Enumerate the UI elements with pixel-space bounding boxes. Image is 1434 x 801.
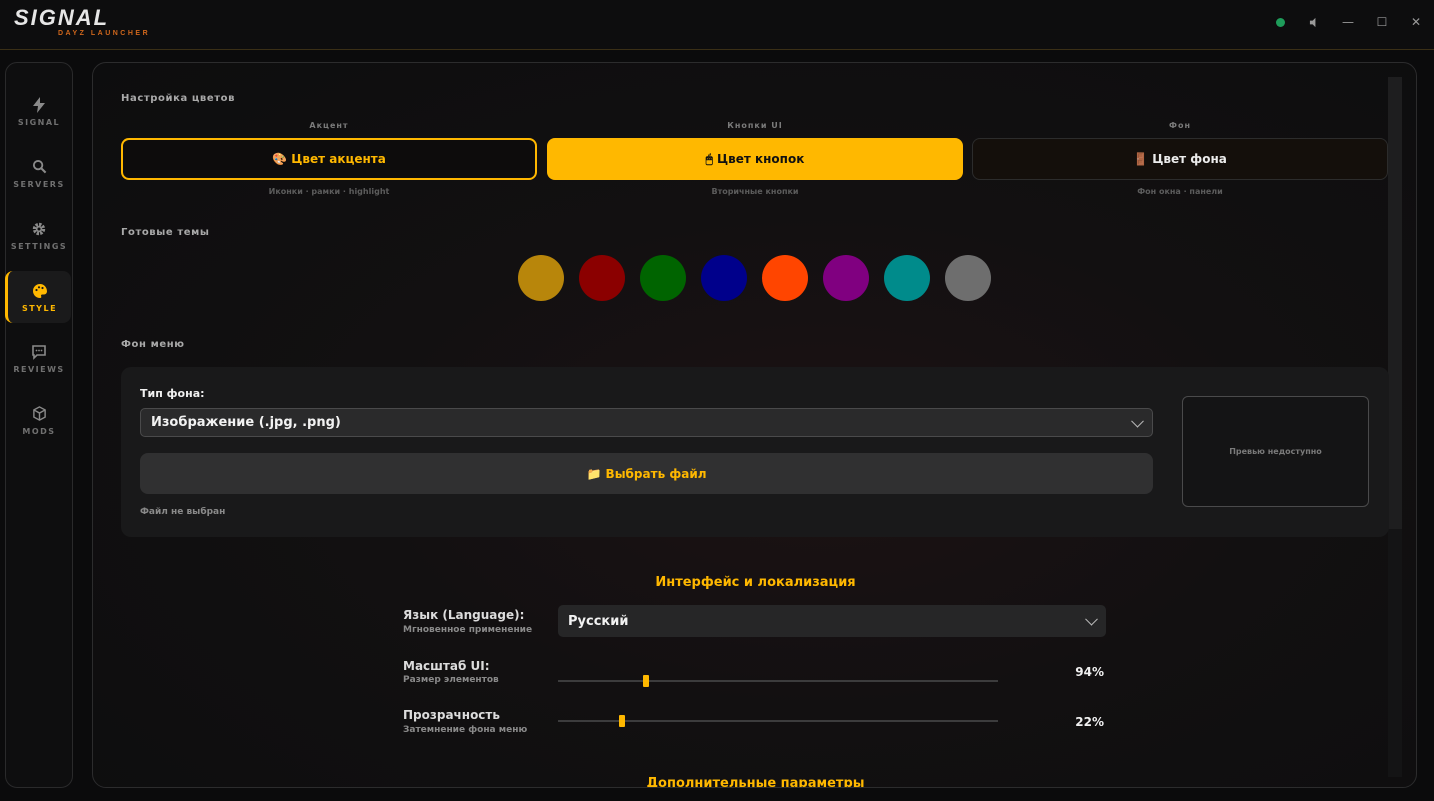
theme-swatch-orange[interactable] — [762, 255, 808, 301]
minimize-button[interactable]: — — [1342, 14, 1354, 30]
sidebar-item-servers[interactable]: SERVERS — [6, 147, 72, 199]
palette-icon — [31, 282, 49, 300]
chevron-down-icon — [1085, 612, 1098, 626]
themes-section-title: Готовые темы — [121, 227, 210, 238]
theme-swatch-navy[interactable] — [701, 255, 747, 301]
preview-placeholder-text: Превью недоступно — [1229, 447, 1322, 456]
colors-section-title: Настройка цветов — [121, 93, 236, 104]
title-bar: SIGNAL DAYZ LAUNCHER — ☐ ✕ — [0, 0, 1434, 50]
theme-swatch-goldenrod[interactable] — [518, 255, 564, 301]
sidebar-item-label: MODS — [22, 426, 56, 436]
chevron-down-icon — [1131, 414, 1144, 428]
opacity-sub: Затемнение фона меню — [403, 725, 528, 735]
background-hint: Фон окна · панели — [1137, 187, 1223, 196]
ui-buttons-column-label: Кнопки UI — [727, 121, 783, 130]
menu-bg-section-title: Фон меню — [121, 339, 185, 350]
additional-params-heading: Дополнительные параметры — [646, 776, 865, 788]
app-logo: SIGNAL DAYZ LAUNCHER — [14, 5, 151, 38]
main-panel: Настройка цветов Акцент Кнопки UI Фон 🎨 … — [92, 62, 1417, 788]
bolt-icon — [30, 96, 48, 114]
sidebar-item-label: STYLE — [21, 303, 58, 313]
accent-color-button[interactable]: 🎨 Цвет акцента — [121, 138, 537, 180]
accent-hint: Иконки · рамки · highlight — [268, 187, 390, 196]
file-status-text: Файл не выбран — [140, 507, 226, 517]
language-select[interactable]: Русский — [558, 605, 1106, 637]
logo-main-text: SIGNAL — [14, 5, 110, 30]
sidebar-item-label: SERVERS — [13, 179, 65, 189]
menu-bg-card: Тип фона: Изображение (.jpg, .png) 📁 Выб… — [121, 367, 1389, 537]
accent-column-label: Акцент — [309, 121, 349, 130]
scale-sub: Размер элементов — [403, 675, 499, 685]
chat-icon — [30, 343, 48, 361]
interface-section-heading: Интерфейс и локализация — [655, 575, 856, 590]
background-color-button[interactable]: 🚪 Цвет фона — [972, 138, 1388, 180]
scrollbar-thumb[interactable] — [1388, 77, 1402, 529]
opacity-label: Прозрачность — [403, 708, 500, 722]
ui-buttons-color-button[interactable]: 🖱 Цвет кнопок — [547, 138, 963, 180]
sidebar-item-style[interactable]: STYLE — [5, 271, 71, 323]
sidebar-item-mods[interactable]: MODS — [6, 394, 72, 446]
window-controls: — ☐ ✕ — [1274, 14, 1422, 30]
theme-swatch-green[interactable] — [640, 255, 686, 301]
theme-swatch-teal[interactable] — [884, 255, 930, 301]
language-sub: Мгновенное применение — [403, 625, 533, 635]
opacity-value: 22% — [1075, 715, 1104, 729]
bg-type-select[interactable]: Изображение (.jpg, .png) — [140, 408, 1153, 437]
maximize-button[interactable]: ☐ — [1376, 14, 1388, 30]
scale-slider-handle[interactable] — [643, 675, 649, 687]
sidebar-item-label: SETTINGS — [10, 241, 68, 251]
theme-swatch-darkred[interactable] — [579, 255, 625, 301]
theme-swatch-purple[interactable] — [823, 255, 869, 301]
sidebar-item-reviews[interactable]: REVIEWS — [6, 332, 72, 384]
background-column-label: Фон — [1169, 121, 1191, 130]
volume-icon[interactable] — [1308, 14, 1320, 30]
sidebar-item-label: SIGNAL — [17, 117, 61, 127]
opacity-slider-handle[interactable] — [619, 715, 626, 727]
bg-preview: Превью недоступно — [1182, 396, 1369, 507]
sidebar-item-signal[interactable]: SIGNAL — [6, 85, 72, 137]
bg-type-value: Изображение (.jpg, .png) — [151, 415, 341, 430]
logo-sub-text: DAYZ LAUNCHER — [58, 30, 151, 37]
choose-file-button[interactable]: 📁 Выбрать файл — [140, 453, 1153, 494]
theme-swatch-gray[interactable] — [945, 255, 991, 301]
scale-label: Масштаб UI: — [403, 659, 490, 673]
cube-icon — [30, 405, 48, 423]
status-indicator-icon[interactable] — [1274, 14, 1286, 30]
language-value: Русский — [568, 613, 629, 629]
close-button[interactable]: ✕ — [1410, 14, 1422, 30]
sidebar: SIGNAL SERVERS SETTINGS STYLE REVIEWS MO… — [5, 62, 73, 788]
gear-icon — [30, 220, 48, 238]
scale-slider[interactable] — [558, 680, 998, 682]
scrollbar[interactable] — [1388, 77, 1402, 777]
ui-buttons-hint: Вторичные кнопки — [711, 187, 799, 196]
scale-value: 94% — [1075, 665, 1104, 679]
language-label: Язык (Language): — [403, 608, 525, 622]
sidebar-item-settings[interactable]: SETTINGS — [6, 209, 72, 261]
search-icon — [30, 158, 48, 176]
bg-type-label: Тип фона: — [140, 387, 205, 400]
sidebar-item-label: REVIEWS — [13, 364, 65, 374]
